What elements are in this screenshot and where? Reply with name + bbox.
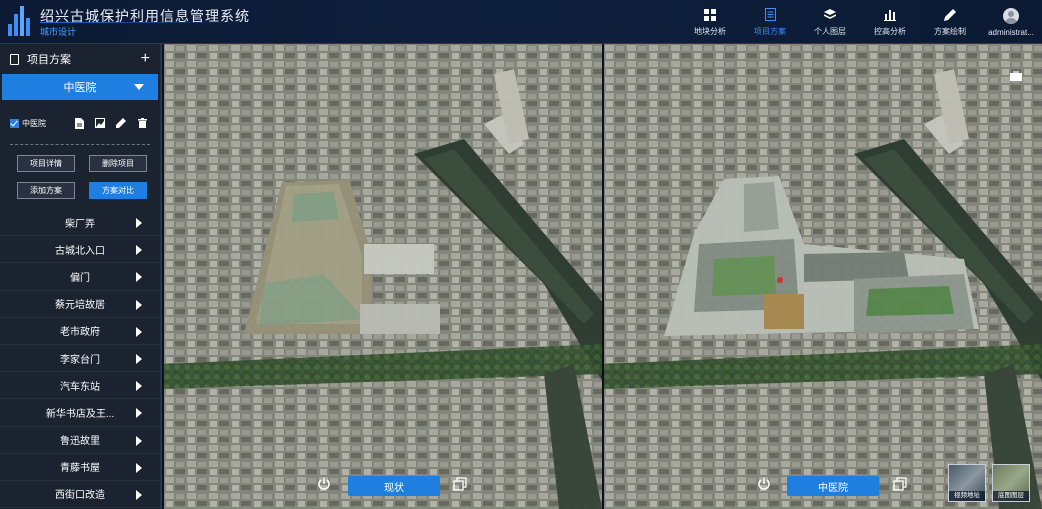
copy-icon[interactable] [452,476,468,492]
sidebar: 项目方案 + 中医院 中医院 项目详情 删除项目 添加方案 方案对比 柴厂弄 古… [0,44,162,509]
project-select[interactable]: 中医院 [2,74,158,100]
list-item-label: 偏门 [70,272,90,284]
list-item[interactable]: 老市政府 [0,318,160,345]
nav-height-analysis[interactable]: 控高分析 [860,0,920,44]
nav-label: 个人图层 [814,26,846,36]
nav-label: 地块分析 [694,26,726,36]
edit-icon[interactable] [116,118,126,129]
list-item-label: 汽车东站 [60,381,100,393]
chevron-right-icon [136,326,142,337]
file-icon[interactable] [74,117,84,129]
user-menu[interactable]: administrat... [980,0,1042,44]
current-state-label[interactable]: 现状 [348,476,440,496]
nav-project-plan[interactable]: 项目方案 [740,0,800,44]
top-header: 绍兴古城保护利用信息管理系统 城市设计 地块分析 项目方案 个人图层 控高分析 [0,0,1042,44]
list-item[interactable]: 鲁迅故里 [0,427,160,454]
video-layer-label: 视频地址 [949,491,985,501]
user-name: administrat... [988,27,1034,37]
list-item-label: 青藤书屋 [60,463,100,475]
nav-label: 控高分析 [874,26,906,36]
scheme-actions [74,117,147,129]
project-buttons: 项目详情 删除项目 添加方案 方案对比 [0,145,160,205]
document-icon [10,53,19,65]
video-layer-button[interactable]: 视频地址 [948,464,986,502]
list-item-label: 李家台门 [60,354,100,366]
map-view-scheme[interactable] [604,44,1042,509]
chevron-right-icon [136,408,142,419]
chevron-right-icon [136,272,142,283]
list-item-label: 蔡元培故居 [55,300,105,312]
bar-chart-icon [883,8,897,22]
selected-project: 中医院 [63,82,97,94]
sidebar-title: 项目方案 [27,54,71,66]
base-layer-label: 底图图层 [993,491,1029,501]
avatar [1003,7,1019,24]
add-project-icon[interactable]: + [141,50,150,68]
trash-icon[interactable] [137,118,147,129]
project-list: 柴厂弄 古城北入口 偏门 蔡元培故居 老市政府 李家台门 汽车东站 新华书店及王… [0,209,160,509]
scheme-label[interactable]: 中医院 [787,476,879,496]
nav-label: 方案绘制 [934,26,966,36]
list-item[interactable]: 汽车东站 [0,372,160,400]
grid-blocks-icon [703,8,717,22]
scheme-checkbox-label: 中医院 [22,118,46,128]
main-nav: 地块分析 项目方案 个人图层 控高分析 方案绘制 administrat... [680,0,1042,44]
list-item[interactable]: 偏门 [0,263,160,291]
briefcase-icon[interactable] [1010,68,1022,81]
list-item[interactable]: 古城北入口 [0,236,160,264]
title-underline [40,22,240,23]
nav-personal-layers[interactable]: 个人图层 [800,0,860,44]
list-item-label: 鲁迅故里 [60,436,100,448]
chevron-right-icon [136,435,142,446]
chevron-right-icon [136,489,142,500]
list-item[interactable]: 新华书店及王... [0,399,160,427]
chevron-right-icon [136,245,142,256]
nav-label: 项目方案 [754,26,786,36]
power-icon[interactable] [316,476,332,492]
scheme-checkbox[interactable] [10,118,19,128]
document-icon [763,8,777,22]
layers-icon [823,8,837,22]
delete-project-button[interactable]: 删除项目 [89,155,147,172]
pen-icon [943,8,957,22]
map-view-current[interactable] [164,44,602,509]
image-icon[interactable] [95,118,105,129]
nav-plan-drawing[interactable]: 方案绘制 [920,0,980,44]
chevron-right-icon [136,353,142,364]
project-details-button[interactable]: 项目详情 [17,155,75,172]
chevron-right-icon [136,218,142,228]
list-item-label: 柴厂弄 [65,218,95,230]
chevron-right-icon [136,381,142,392]
list-item-label: 老市政府 [60,327,100,339]
chevron-right-icon [136,462,142,473]
app-subtitle: 城市设计 [40,27,77,37]
app-logo-icon [8,6,34,36]
caret-down-icon [134,84,144,90]
power-icon[interactable] [756,476,772,492]
list-item-label: 新华书店及王... [45,408,115,420]
scheme-row: 中医院 [0,108,160,138]
list-item-label: 古城北入口 [55,245,105,257]
nav-block-analysis[interactable]: 地块分析 [680,0,740,44]
copy-icon[interactable] [892,476,908,492]
chevron-right-icon [136,299,142,310]
list-item[interactable]: 西街口改造 [0,481,160,509]
add-scheme-button[interactable]: 添加方案 [17,182,75,199]
compare-scheme-button[interactable]: 方案对比 [89,182,147,199]
app-title: 绍兴古城保护利用信息管理系统 [40,8,250,24]
list-item[interactable]: 柴厂弄 [0,209,160,237]
list-item[interactable]: 青藤书屋 [0,454,160,481]
sidebar-header: 项目方案 + [0,44,160,74]
base-layer-button[interactable]: 底图图层 [992,464,1030,502]
list-item[interactable]: 李家台门 [0,345,160,373]
list-item-label: 西街口改造 [55,490,105,502]
list-item[interactable]: 蔡元培故居 [0,291,160,318]
